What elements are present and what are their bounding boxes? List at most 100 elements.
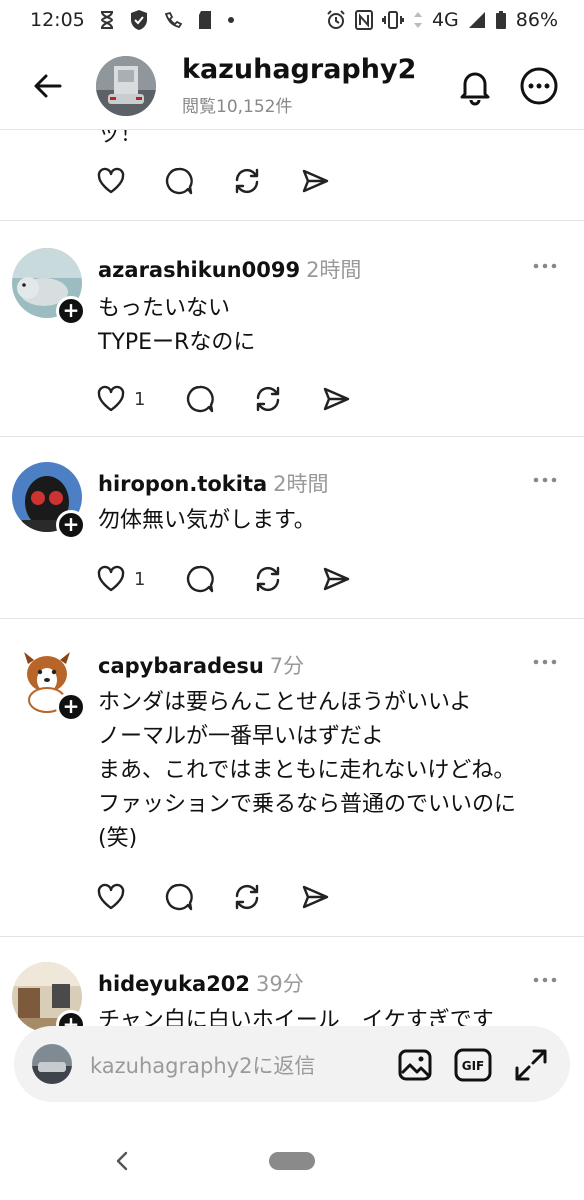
reply-username[interactable]: hideyuka202 39分	[98, 968, 304, 998]
nfc-icon	[354, 10, 373, 30]
heart-icon	[97, 385, 125, 412]
reply-button[interactable]	[164, 882, 194, 912]
comment-icon	[187, 565, 215, 593]
ellipsis-icon	[533, 263, 557, 269]
reply-button[interactable]	[185, 384, 215, 414]
battery-icon	[495, 10, 507, 30]
like-button[interactable]	[96, 384, 126, 414]
system-back-button[interactable]	[112, 1148, 134, 1174]
post-more-button[interactable]	[530, 970, 560, 990]
sd-card-icon	[197, 10, 213, 30]
repost-button[interactable]	[232, 166, 262, 196]
vibrate-icon	[381, 11, 404, 29]
status-time: 12:05	[30, 9, 85, 31]
repost-icon	[257, 386, 280, 412]
author-avatar[interactable]	[96, 56, 156, 116]
data-arrows-icon	[413, 11, 423, 29]
like-count: 1	[134, 568, 146, 590]
status-bar: 12:05 4G 86%	[0, 0, 584, 40]
repost-icon	[257, 566, 280, 592]
reply-time: 2時間	[273, 472, 329, 496]
ellipsis-icon	[533, 977, 557, 983]
reply-time: 2時間	[306, 258, 362, 282]
like-button[interactable]	[96, 166, 126, 196]
battery-level: 86%	[515, 9, 558, 31]
repost-icon	[235, 168, 259, 194]
expand-composer-button[interactable]	[512, 1046, 550, 1084]
dot-icon	[227, 16, 235, 24]
ellipsis-circle-icon	[520, 67, 558, 105]
share-button[interactable]	[300, 166, 330, 196]
attach-image-button[interactable]	[396, 1046, 434, 1084]
reply-actions: 1	[96, 564, 351, 594]
share-button[interactable]	[300, 882, 330, 912]
like-button[interactable]	[96, 564, 126, 594]
reply-actions: 1	[96, 384, 351, 414]
network-type: 4G	[431, 9, 459, 31]
notification-button[interactable]	[455, 66, 495, 106]
repost-button[interactable]	[232, 882, 262, 912]
ellipsis-icon	[533, 477, 557, 483]
reply-button[interactable]	[185, 564, 215, 594]
shield-check-icon	[129, 9, 149, 31]
wifi-calling-icon	[163, 10, 183, 30]
repost-button[interactable]	[253, 564, 283, 594]
hourglass-icon	[99, 11, 115, 29]
reply-button[interactable]	[164, 166, 194, 196]
follow-button[interactable]: +	[56, 296, 86, 326]
reply-post: + azarashikun0099 2時間 もったいない TYPEーRなのに 1	[0, 220, 584, 436]
send-icon	[302, 169, 329, 193]
post-more-button[interactable]	[530, 652, 560, 672]
reply-text: もったいない TYPEーRなのに	[98, 296, 256, 355]
system-home-pill[interactable]	[269, 1152, 315, 1170]
repost-icon	[235, 884, 259, 910]
chevron-left-icon	[116, 1151, 128, 1171]
heart-icon	[97, 167, 125, 194]
replies-feed[interactable]: ッ！ + azarashikun0099 2時間 もったいない TYPEーRなの…	[0, 130, 584, 1030]
arrow-left-icon	[34, 74, 62, 98]
reply-post: + hideyuka202 39分 チャン白に白いホイール イケすぎです	[0, 936, 584, 1030]
send-icon	[324, 567, 350, 591]
share-button[interactable]	[321, 384, 351, 414]
avatar-container[interactable]: +	[12, 644, 86, 722]
reply-text: ホンダは要らんことせんほうがいいよ ノーマルが一番早いはずだよ まあ、これではま…	[98, 690, 517, 851]
avatar-container[interactable]: +	[12, 962, 86, 1030]
avatar-container[interactable]: +	[12, 248, 86, 326]
reply-text: 勿体無い気がします。	[98, 508, 316, 533]
comment-icon	[165, 167, 193, 195]
post-text-fragment: ッ！	[98, 130, 143, 147]
back-button[interactable]	[30, 68, 66, 104]
comment-icon	[187, 385, 215, 413]
reply-actions	[96, 882, 330, 912]
signal-icon	[468, 11, 486, 29]
post-more-button[interactable]	[530, 470, 560, 490]
reply-post: + hiropon.tokita 2時間 勿体無い気がします。 1	[0, 436, 584, 618]
post-actions	[96, 166, 330, 196]
avatar-container[interactable]: +	[12, 462, 86, 540]
reply-username[interactable]: azarashikun0099 2時間	[98, 254, 361, 284]
like-button[interactable]	[96, 882, 126, 912]
follow-button[interactable]: +	[56, 692, 86, 722]
author-username[interactable]: kazuhagraphy2	[182, 54, 416, 85]
gif-button[interactable]: GIF	[454, 1046, 492, 1084]
reply-input[interactable]: kazuhagraphy2に返信	[90, 1050, 315, 1080]
gif-icon: GIF	[454, 1048, 492, 1082]
repost-button[interactable]	[253, 384, 283, 414]
reply-username[interactable]: hiropon.tokita 2時間	[98, 468, 329, 498]
follow-button[interactable]: +	[56, 510, 86, 540]
reply-composer[interactable]: kazuhagraphy2に返信 GIF	[14, 1026, 570, 1102]
heart-icon	[97, 883, 125, 910]
post-more-button[interactable]	[530, 256, 560, 276]
reply-username[interactable]: capybaradesu 7分	[98, 650, 304, 680]
share-button[interactable]	[321, 564, 351, 594]
reply-post: + capybaradesu 7分 ホンダは要らんことせんほうがいいよ ノーマルが…	[0, 618, 584, 936]
composer-avatar	[32, 1044, 72, 1084]
more-options-button[interactable]	[519, 66, 559, 106]
alarm-icon	[326, 10, 346, 30]
view-count: 閲覧10,152件	[182, 97, 293, 117]
send-icon	[324, 387, 350, 411]
reply-time: 7分	[269, 654, 305, 678]
send-icon	[302, 885, 329, 909]
image-icon	[398, 1049, 432, 1081]
gif-label: GIF	[462, 1059, 485, 1073]
